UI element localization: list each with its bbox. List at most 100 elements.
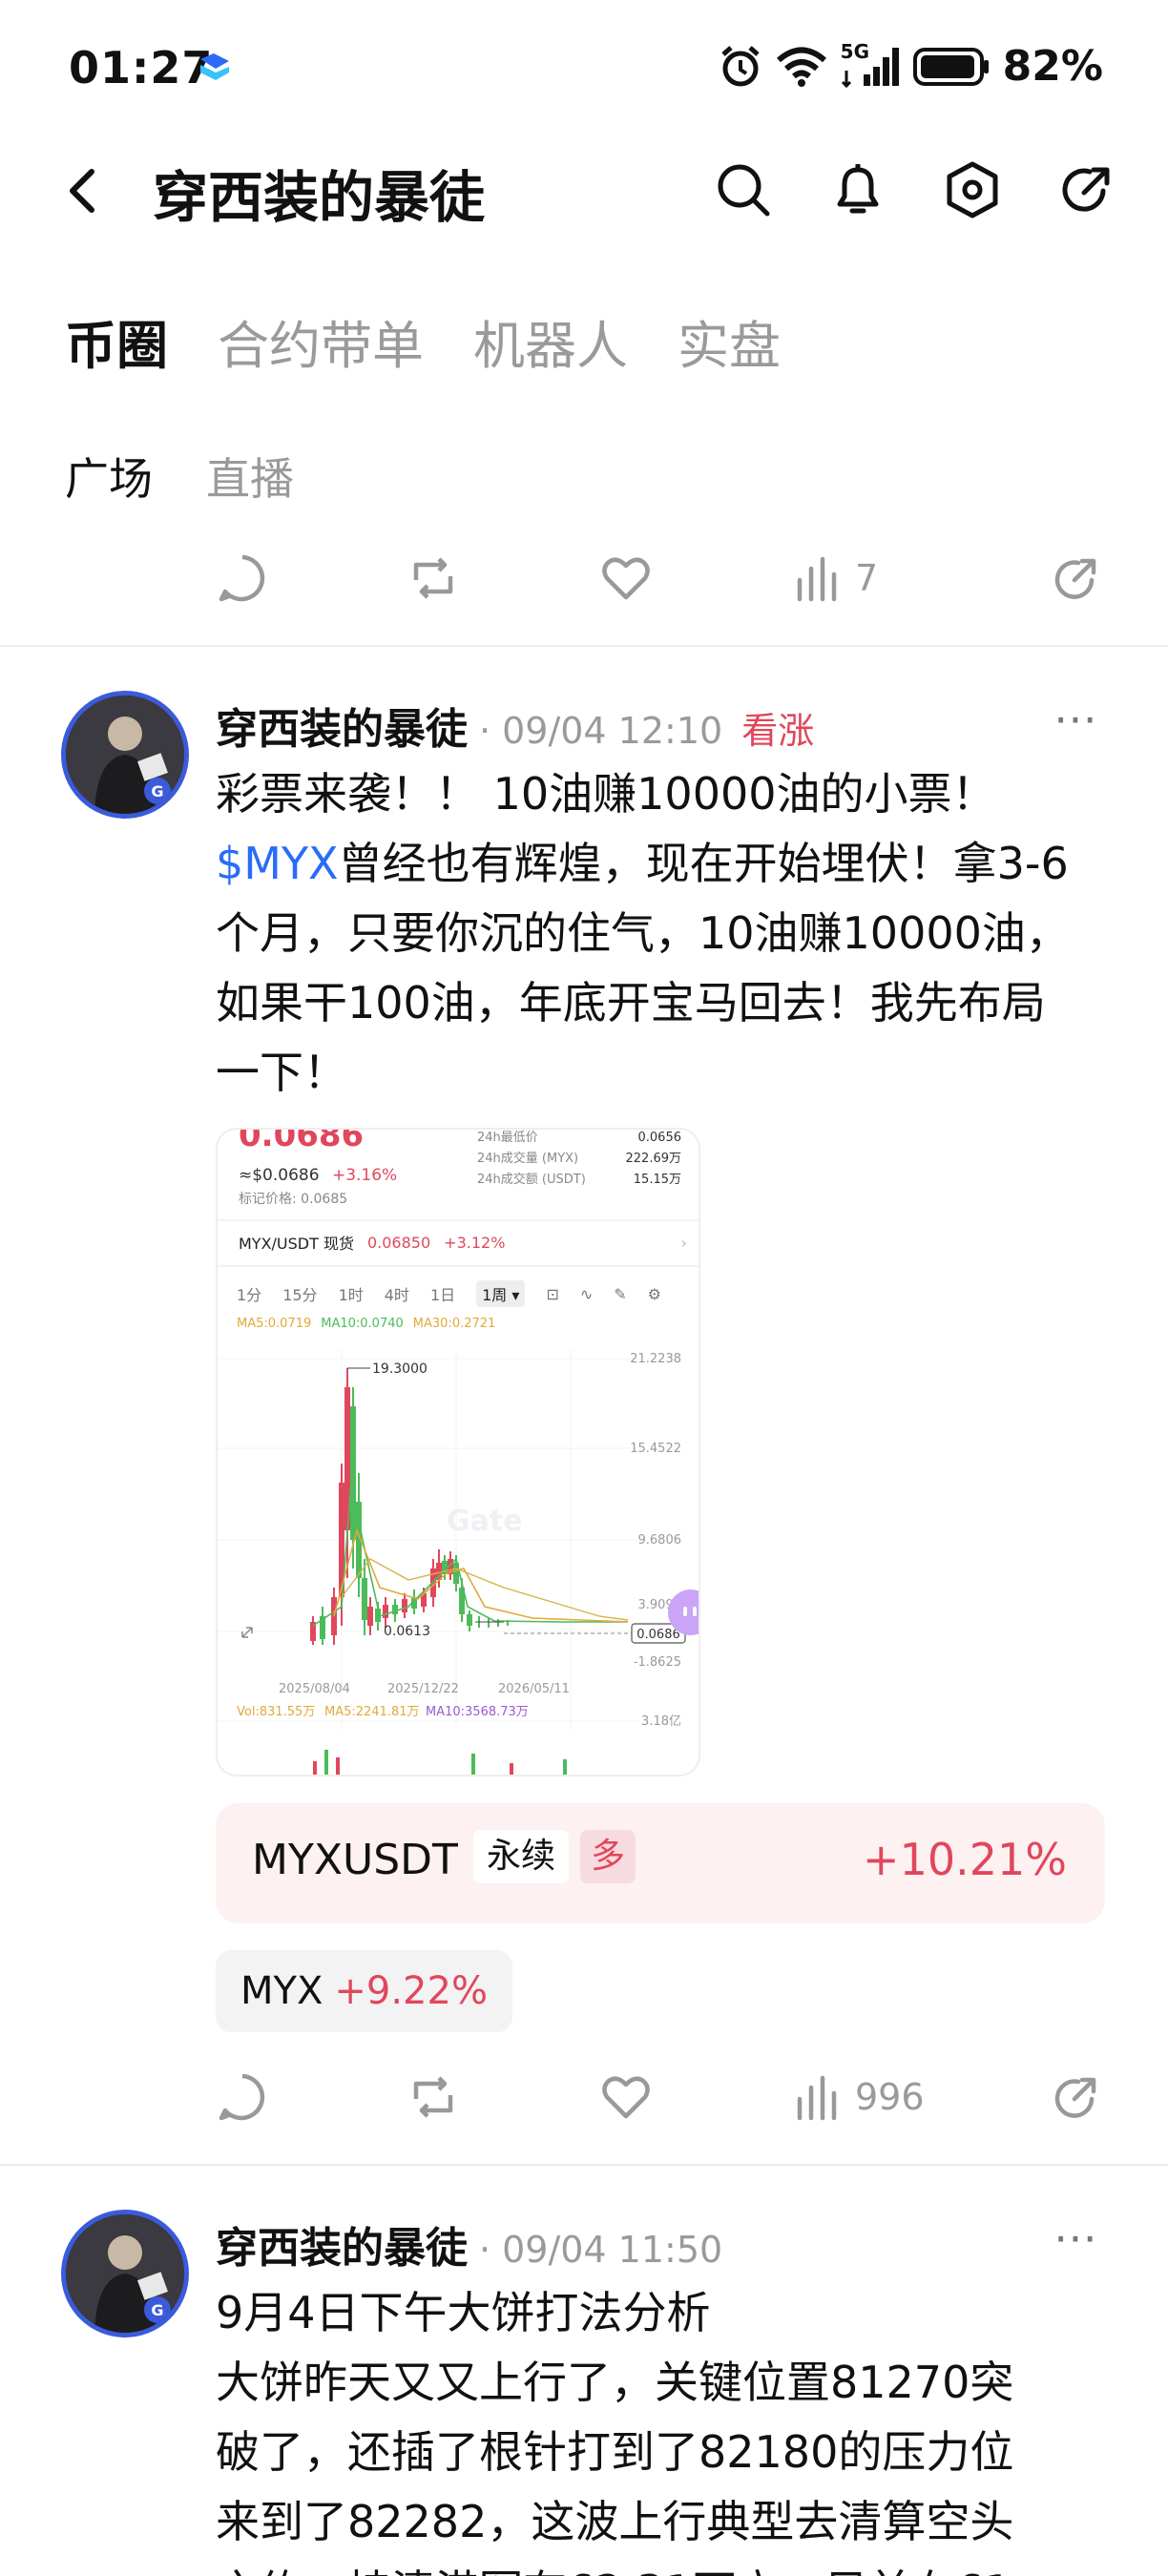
sentiment-badge: 看涨: [741, 710, 815, 752]
svg-text:G: G: [151, 782, 163, 800]
low-label: 0.0613: [384, 1624, 430, 1639]
svg-text:G: G: [151, 2301, 163, 2319]
views-count: 7: [792, 551, 878, 605]
more-options-icon[interactable]: ⋯: [1053, 2212, 1101, 2263]
bell-icon[interactable]: [826, 158, 889, 221]
comment-button[interactable]: [216, 551, 269, 605]
coin-change: +9.22%: [334, 1969, 488, 2013]
battery-icon: [912, 46, 990, 88]
post-body: 9月4日下午大饼打法分析 大饼昨天又又上行了，关键位置81270突 破了，还插了…: [216, 2287, 1014, 2576]
more-options-icon[interactable]: ⋯: [1053, 693, 1101, 744]
repost-icon: [413, 2076, 453, 2118]
chart-ma-legend: MA5:0.0719 MA10:0.0740 MA30:0.2721: [237, 1317, 496, 1331]
tab-live-trading[interactable]: 实盘: [678, 303, 781, 379]
like-button[interactable]: [599, 551, 653, 605]
main-tabs: 币圈 合约带单 机器人 实盘: [65, 303, 781, 379]
y-tick: 21.2238: [630, 1352, 681, 1366]
post-divider: [0, 645, 1168, 647]
cellular-signal-icon: 5G: [841, 40, 900, 88]
coin-symbol: MYX: [240, 1969, 323, 2013]
share-icon: [1054, 558, 1096, 599]
expand-icon[interactable]: [241, 1627, 253, 1638]
comment-button[interactable]: [216, 2070, 269, 2124]
last-price-label: 0.0686: [636, 1628, 680, 1642]
vol-ma10-legend: MA10:3568.73万: [426, 1705, 529, 1719]
page-title: 穿西装的暴徒: [153, 165, 486, 230]
post-header: 穿西装的暴徒 · 09/04 11:50: [216, 2213, 722, 2275]
heart-icon: [602, 557, 650, 600]
x-tick: 2026/05/11: [498, 1682, 570, 1696]
heart-icon: [602, 2076, 650, 2119]
like-button[interactable]: [599, 2070, 653, 2124]
post-chart-image[interactable]: 0.0686 ≈$0.0686 +3.16% 标记价格: 0.0685 24h最…: [216, 1128, 700, 1776]
chart-interval-tabs: 1分 15分 1时 4时 1日 1周 ▾ ⊡ ∿ ✎ ⚙: [237, 1280, 661, 1307]
kline-chart[interactable]: Gate 19.3000 0.0613 0.0686 21.2238 15.45…: [218, 1330, 700, 1776]
chart-divider-2: [218, 1265, 699, 1267]
post-actions: 996: [216, 2070, 1103, 2131]
battery-percent: 82%: [1002, 42, 1103, 91]
chart-price-big: 0.0686: [239, 1128, 365, 1154]
post-divider: [0, 2164, 1168, 2166]
settings-hexagon-icon[interactable]: [941, 158, 1004, 221]
chart-mark-price: 标记价格: 0.0685: [239, 1192, 348, 1207]
share-post-button[interactable]: [1050, 551, 1103, 605]
sub-tabs: 广场 直播: [65, 445, 294, 508]
repost-button[interactable]: [407, 2070, 460, 2124]
separator-dot: ·: [479, 2229, 491, 2271]
trade-pnl: +10.21%: [863, 1834, 1067, 1885]
app-notification-icon: [197, 52, 233, 84]
comment-icon: [219, 2073, 265, 2121]
search-icon[interactable]: [712, 158, 775, 221]
subtab-square[interactable]: 广场: [65, 445, 153, 508]
share-post-button[interactable]: [1050, 2070, 1103, 2124]
y-tick: -1.8625: [634, 1655, 681, 1670]
chart-watermark: Gate: [447, 1505, 523, 1538]
views-count: 996: [792, 2070, 925, 2124]
subtab-live[interactable]: 直播: [206, 445, 294, 508]
repost-button[interactable]: [407, 551, 460, 605]
tab-bots[interactable]: 机器人: [473, 303, 628, 379]
chart-price-usd: ≈$0.0686 +3.16%: [239, 1166, 398, 1185]
x-tick: 2025/12/22: [387, 1682, 459, 1696]
long-badge: 多: [580, 1830, 636, 1883]
prev-post-actions: 7: [216, 551, 1103, 613]
trade-position-card[interactable]: MYXUSDT 永续 多 +10.21%: [216, 1803, 1105, 1923]
chart-type-icon[interactable]: ⊡: [546, 1285, 558, 1303]
y-tick: 9.6806: [638, 1533, 682, 1548]
post-body: 彩票来袭！！ 10油赚10000油的小票！ $MYX曾经也有辉煌，现在开始埋伏！…: [216, 768, 1070, 1098]
author-name[interactable]: 穿西装的暴徒: [216, 2213, 468, 2275]
avatar[interactable]: G: [61, 691, 189, 819]
y-tick: 15.4522: [630, 1442, 681, 1456]
avatar[interactable]: G: [61, 2210, 189, 2337]
interval-selected[interactable]: 1周 ▾: [476, 1280, 526, 1307]
chart-divider: [218, 1219, 699, 1221]
indicator-icon[interactable]: ∿: [580, 1285, 593, 1303]
chart-settings-icon[interactable]: ⚙: [648, 1285, 661, 1303]
draw-icon[interactable]: ✎: [614, 1285, 626, 1303]
status-right: 5G 82%: [719, 40, 1103, 91]
coin-chip[interactable]: MYX +9.22%: [216, 1950, 512, 2032]
chevron-right-icon: ›: [680, 1233, 687, 1252]
vol-ma5-legend: MA5:2241.81万: [324, 1705, 420, 1719]
post-time: 09/04 12:10: [502, 710, 723, 752]
bar-chart-icon: [797, 556, 837, 602]
share-icon: [1054, 2077, 1096, 2118]
trade-symbol: MYXUSDT: [252, 1836, 458, 1884]
share-icon[interactable]: [1055, 158, 1118, 221]
coin-tag-link[interactable]: $MYX: [216, 838, 339, 889]
bar-chart-icon: [797, 2075, 837, 2121]
chart-pair-row: MYX/USDT 现货 0.06850 +3.12% ›: [239, 1233, 687, 1254]
repost-icon: [413, 557, 453, 599]
post-header: 穿西装的暴徒 · 09/04 12:10 看涨: [216, 695, 814, 756]
author-name[interactable]: 穿西装的暴徒: [216, 695, 468, 756]
back-button[interactable]: [55, 162, 113, 219]
vol-legend: Vol:831.55万: [237, 1705, 315, 1719]
tab-crypto[interactable]: 币圈: [65, 303, 168, 379]
separator-dot: ·: [479, 710, 491, 752]
x-tick: 2025/08/04: [279, 1682, 350, 1696]
tab-copy-trading[interactable]: 合约带单: [218, 303, 424, 379]
vol-tick: 3.18亿: [641, 1714, 681, 1729]
high-label: 19.3000: [372, 1361, 428, 1377]
comment-icon: [219, 554, 265, 602]
alarm-icon: [719, 45, 762, 89]
